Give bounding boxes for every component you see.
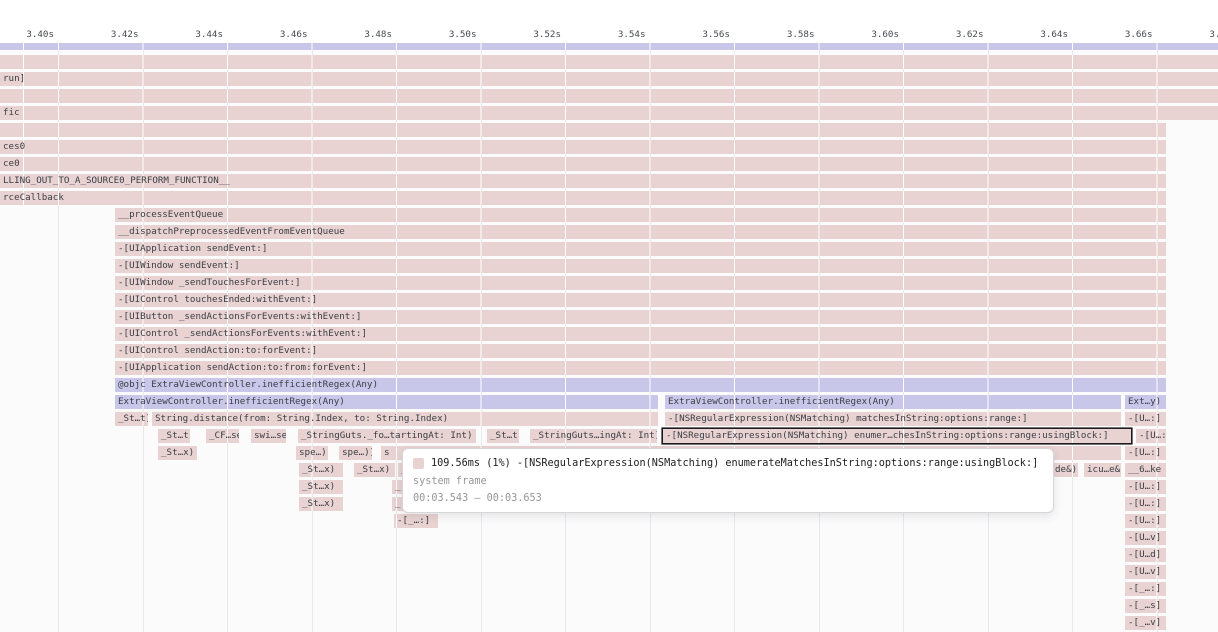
flame-segment[interactable]: _St…x) [299, 463, 343, 477]
time-tick-label: 3.56s [696, 29, 730, 41]
flame-chart: 3.40s 3.42s 3.44s 3.46s 3.48s 3.50s 3.52s 3.54s… [0, 0, 1218, 632]
flame-segment[interactable]: ce0 [0, 157, 1166, 171]
flame-segment[interactable]: String.distance(from: String.Index, to: … [152, 412, 658, 426]
flame-segment[interactable]: _St…x) [299, 497, 343, 511]
flame-segment[interactable]: ExtraViewController.inefficientRegex(Any… [665, 395, 1121, 409]
flame-segment[interactable]: -[UIWindow _sendTouchesForEvent:] [115, 276, 1166, 290]
flame-segment[interactable]: -[_…v] [1125, 616, 1166, 630]
flame-segment[interactable]: -[U…v] [1125, 531, 1166, 545]
flame-segment[interactable]: __processEventQueue [115, 208, 1166, 222]
flame-segment[interactable]: ces0 [0, 140, 1166, 154]
flame-segment[interactable]: __dispatchPreprocessedEventFromEventQueu… [115, 225, 1166, 239]
flame-segment[interactable]: spe…)) [296, 446, 328, 460]
tooltip-title-row: 109.56ms (1%) -[NSRegularExpression(NSMa… [413, 455, 1043, 472]
flame-segment[interactable]: LLING_OUT_TO_A_SOURCE0_PERFORM_FUNCTION_… [0, 174, 1166, 188]
flame-segment[interactable]: __6…ke [1125, 463, 1166, 477]
flame-segment[interactable]: _St…x) [354, 463, 395, 477]
flame-segment[interactable]: -[U…:] [1136, 429, 1166, 443]
flame-segment[interactable]: -[U…:] [1125, 480, 1166, 494]
flame-segment[interactable]: -[UIControl sendAction:to:forEvent:] [115, 344, 1166, 358]
time-tick-label: 3.62s [950, 29, 984, 41]
tooltip-title: 109.56ms (1%) -[NSRegularExpression(NSMa… [431, 458, 1038, 469]
flame-segment[interactable]: -[UIButton _sendActionsForEvents:withEve… [115, 310, 1166, 324]
flame-segment[interactable]: icu…e&) [1084, 463, 1121, 477]
flame-segment[interactable]: -[UIControl touchesEnded:withEvent:] [115, 293, 1166, 307]
time-tick-label: 3.54s [612, 29, 646, 41]
flame-segment[interactable] [0, 89, 1218, 103]
flame-segment[interactable]: _St…x) [299, 480, 343, 494]
flame-segment[interactable]: ExtraViewController.inefficientRegex(Any… [115, 395, 658, 409]
flame-segment[interactable]: -[U…d] [1125, 548, 1166, 562]
flame-segment[interactable]: -[NSRegularExpression(NSMatching) matche… [665, 412, 1121, 426]
flame-segment[interactable]: rceCallback [0, 191, 1166, 205]
frame-color-swatch-icon [413, 458, 424, 469]
time-tick-label: 3.52s [527, 29, 561, 41]
flame-segment[interactable]: _St…x) [158, 446, 197, 460]
flame-segment[interactable]: -[UIApplication sendEvent:] [115, 242, 1166, 256]
flame-segment[interactable]: -[U…:] [1125, 514, 1166, 528]
flame-segment[interactable]: spe…)) [339, 446, 372, 460]
flame-segment[interactable]: Ext…y) [1125, 395, 1166, 409]
time-tick-label: 3.58s [781, 29, 815, 41]
flame-segment[interactable] [0, 123, 1166, 137]
flame-segment[interactable]: run] [0, 72, 1218, 86]
time-tick-label: 3.64s [1034, 29, 1068, 41]
flame-segment[interactable]: -[_…:] [1125, 582, 1166, 596]
time-tick-label: 3.68s [1203, 29, 1218, 41]
time-tick-label: 3.48s [358, 29, 392, 41]
flame-segment[interactable]: fic [0, 106, 1218, 120]
time-tick-label: 3.42s [105, 29, 139, 41]
time-tick-label: 3.50s [443, 29, 477, 41]
flame-segment[interactable]: -[UIWindow sendEvent:] [115, 259, 1166, 273]
flame-segment[interactable]: -[U…:] [1125, 412, 1166, 426]
time-tick-label: 3.66s [1119, 29, 1153, 41]
flame-segment[interactable]: -[_…:] [394, 514, 438, 528]
flame-segment[interactable]: _StringGuts…ingAt: Int) [530, 429, 657, 443]
flame-segment[interactable]: _St…t) [115, 412, 148, 426]
flame-segment[interactable] [0, 55, 1218, 69]
flame-segment[interactable]: -[U…:] [1125, 446, 1166, 460]
flame-segment[interactable]: -[U…:] [1125, 497, 1166, 511]
flame-segment[interactable]: -[UIApplication sendAction:to:from:forEv… [115, 361, 1166, 375]
time-tick-label: 3.46s [274, 29, 308, 41]
tooltip-subtitle: system frame [413, 473, 1043, 490]
flame-segment[interactable]: @objc ExtraViewController.inefficientReg… [115, 378, 1166, 392]
time-tick-label: 3.60s [865, 29, 899, 41]
time-tick-label: 3.40s [20, 29, 54, 41]
flame-segment[interactable]: _St…t) [158, 429, 190, 443]
flame-segment[interactable]: -[U…v] [1125, 565, 1166, 579]
flame-segment[interactable]: -[_…s] [1125, 599, 1166, 613]
flame-segment[interactable]: _CF…se [206, 429, 239, 443]
tooltip-time-range: 00:03.543 — 00:03.653 [413, 490, 1043, 507]
flame-segment[interactable]: de&) [1052, 463, 1078, 477]
time-tick-label: 3.44s [189, 29, 223, 41]
flame-segment[interactable]: swi…se [251, 429, 286, 443]
flame-segment[interactable]: _St…t) [487, 429, 519, 443]
flame-segment[interactable]: _StringGuts._fo…tartingAt: Int) [298, 429, 476, 443]
flame-segment[interactable] [0, 43, 1218, 50]
flame-segment-selected[interactable]: -[NSRegularExpression(NSMatching) enumer… [663, 429, 1131, 443]
frame-tooltip: 109.56ms (1%) -[NSRegularExpression(NSMa… [402, 448, 1054, 513]
flame-segment[interactable]: -[UIControl _sendActionsForEvents:withEv… [115, 327, 1166, 341]
